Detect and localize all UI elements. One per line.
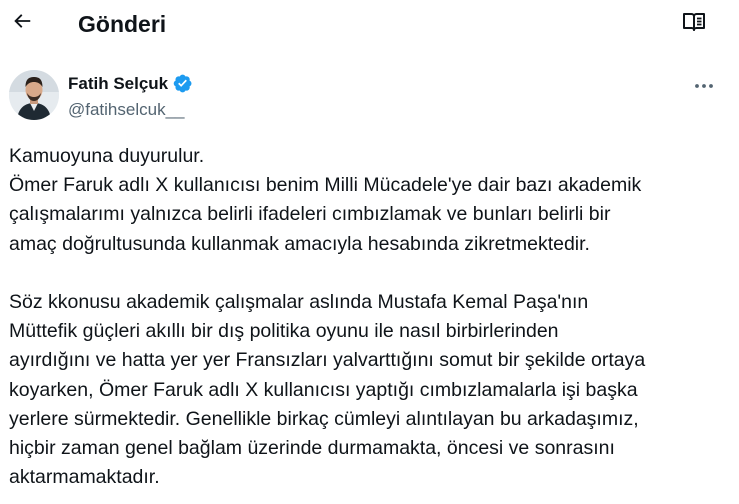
tweet-line: koyarken, Ömer Faruk adlı X kullanıcısı … — [9, 378, 638, 401]
back-button[interactable] — [6, 7, 38, 39]
tweet-line: Ömer Faruk adlı X kullanıcısı benim Mill… — [9, 174, 642, 197]
arrow-left-icon — [11, 10, 33, 37]
open-book-icon — [682, 11, 706, 38]
tweet-line: Müttefik güçleri akıllı bir dış politika… — [9, 320, 559, 343]
tweet-line: aktarmamaktadır. — [9, 466, 160, 489]
author-handle[interactable]: @fatihselcuk__ — [68, 100, 185, 120]
author-name-link[interactable]: Fatih Selçuk — [68, 73, 193, 94]
avatar[interactable] — [9, 70, 59, 120]
tweet-line: çalışmalarımı yalnızca belirli ifadeleri… — [9, 203, 611, 226]
tweet-line: ayırdığını ve hatta yer yer Fransızları … — [9, 349, 646, 372]
reader-mode-button[interactable] — [678, 8, 710, 40]
page-title: Gönderi — [78, 11, 167, 37]
verified-badge-icon — [172, 73, 193, 94]
more-options-button[interactable] — [688, 72, 720, 98]
more-horizontal-icon — [694, 76, 714, 94]
tweet-line: amaç doğrultusunda kullanmak amacıyla he… — [9, 232, 590, 255]
tweet-text: Kamuoyuna duyurulur. Ömer Faruk adlı X k… — [9, 142, 734, 492]
tweet-line: hiçbir zaman genel bağlam üzerinde durma… — [9, 437, 615, 460]
author-name: Fatih Selçuk — [68, 73, 169, 93]
top-bar: Gönderi — [0, 0, 739, 50]
tweet-line: yerlere sürmektedir. Genellikle birkaç c… — [9, 407, 639, 430]
tweet-paragraph-1: Kamuoyuna duyurulur. Ömer Faruk adlı X k… — [9, 142, 734, 259]
tweet-line: Söz kkonusu akademik çalışmalar aslında … — [9, 291, 589, 313]
tweet-author: Fatih Selçuk @fatihselcuk__ — [0, 62, 739, 124]
tweet-line: Kamuoyuna duyurulur. — [9, 145, 205, 167]
tweet-paragraph-2: Söz kkonusu akademik çalışmalar aslında … — [9, 288, 734, 492]
